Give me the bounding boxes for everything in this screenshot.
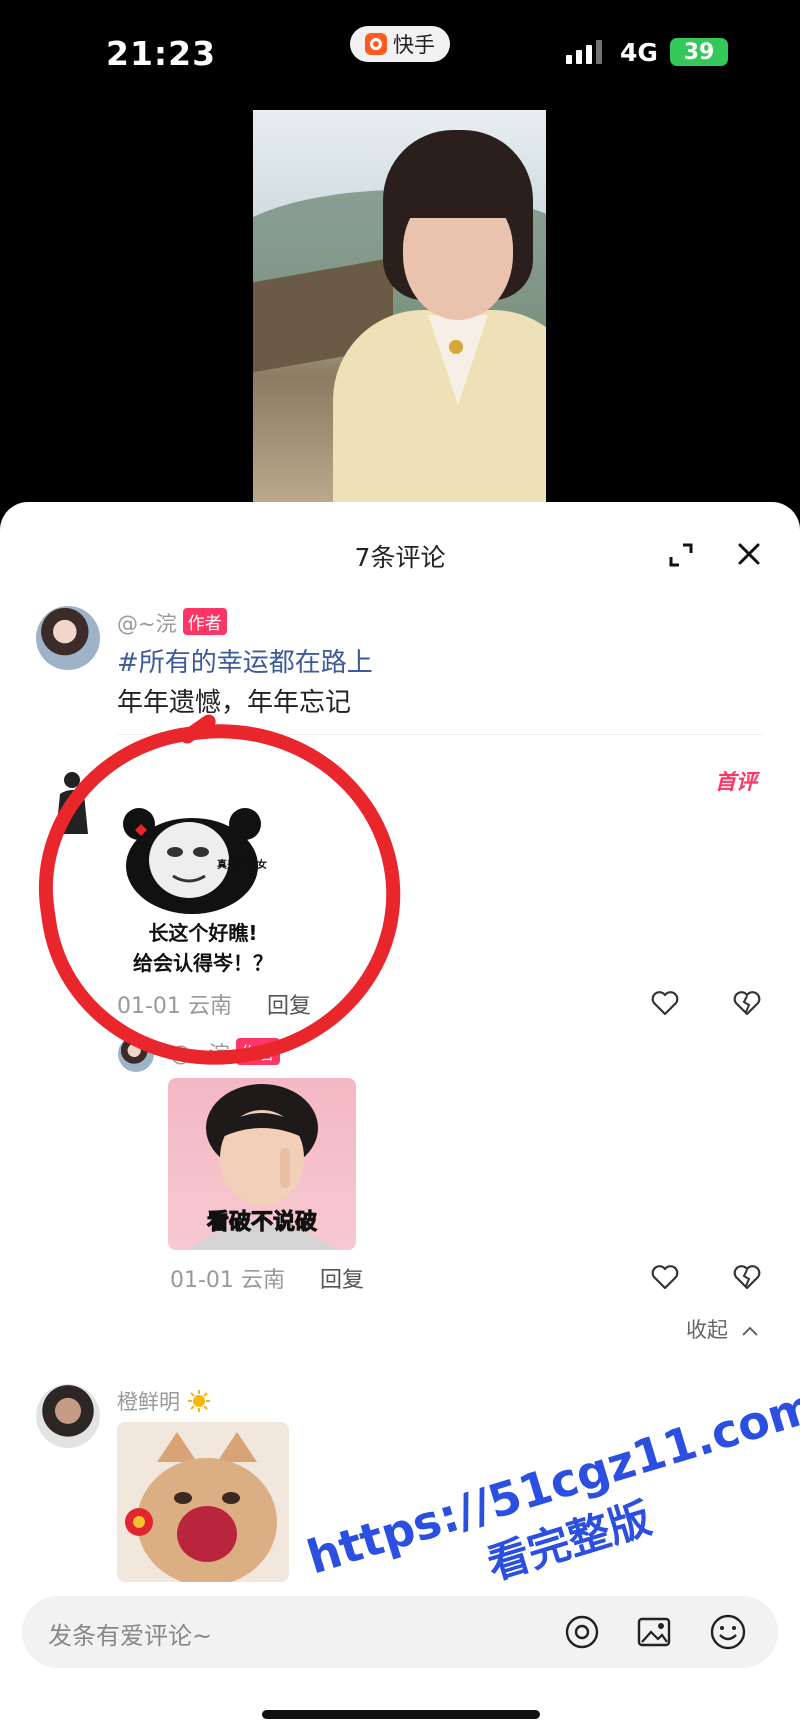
cat-sticker[interactable]: [117, 1422, 289, 1582]
signal-icon: [566, 40, 602, 64]
avatar[interactable]: [36, 606, 100, 670]
expand-icon[interactable]: [668, 542, 694, 568]
dislike-broken-heart-icon[interactable]: [732, 988, 762, 1018]
kuaishou-logo-icon: [365, 33, 387, 55]
like-heart-icon[interactable]: [650, 988, 680, 1018]
hashtag-link[interactable]: #所有的幸运都在路上: [117, 642, 373, 679]
reply-button[interactable]: 回复: [320, 1268, 364, 1293]
home-indicator[interactable]: [262, 1710, 540, 1719]
reply-meta: 01-01 云南 回复: [170, 1268, 364, 1293]
image-icon[interactable]: [634, 1612, 674, 1652]
close-icon[interactable]: [735, 540, 763, 568]
status-bar: 21:23 快手 4G 39: [0, 0, 800, 110]
battery-icon: 39: [670, 38, 728, 66]
first-comment-badge: 首评: [715, 770, 757, 794]
like-heart-icon[interactable]: [650, 1262, 680, 1292]
clock: 21:23: [106, 34, 217, 73]
chevron-up-icon: [741, 1326, 758, 1336]
boy-sticker[interactable]: 看破不说破: [168, 1078, 356, 1250]
collapse-replies-button[interactable]: 收起: [686, 1314, 759, 1344]
battery-level: 39: [683, 39, 715, 65]
video-thumbnail[interactable]: [253, 110, 546, 540]
comment-text: 年年遗憾，年年忘记: [117, 688, 352, 718]
comment-username[interactable]: @~浣 作者: [117, 608, 227, 638]
cat-meme-image: [125, 1432, 277, 1582]
emoji-icon[interactable]: [708, 1612, 748, 1652]
author-tag: 作者: [182, 608, 227, 635]
network-type: 4G: [620, 38, 658, 67]
mention-at-icon[interactable]: [562, 1612, 602, 1652]
app-name: 快手: [393, 33, 435, 57]
sticker-text: 看破不说破: [206, 1210, 317, 1236]
sun-icon: [187, 1390, 210, 1412]
video-person-image: [333, 130, 546, 540]
app-indicator[interactable]: 快手: [350, 26, 450, 62]
avatar[interactable]: [36, 1384, 100, 1448]
dislike-broken-heart-icon[interactable]: [732, 1262, 762, 1292]
comment-input-placeholder: 发条有爱评论~: [48, 1622, 213, 1650]
comment-username[interactable]: 橙鲜明: [117, 1386, 211, 1416]
